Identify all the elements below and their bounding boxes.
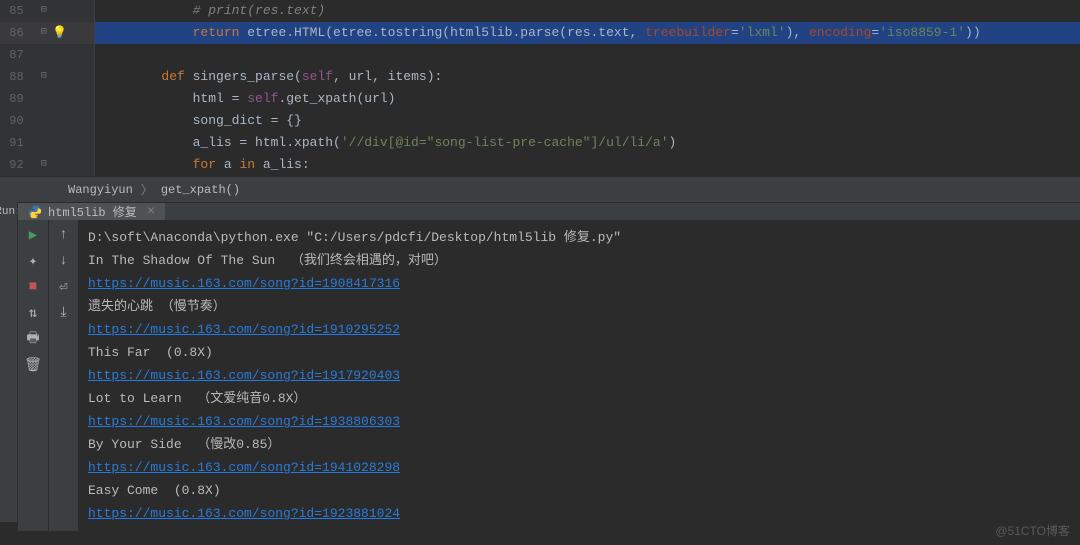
fold-icon[interactable]: ⊟ (38, 5, 50, 17)
console-text: This Far (0.8X) (88, 341, 1070, 364)
line-number: 86 (0, 22, 30, 44)
breadcrumb-item[interactable]: Wangyiyun (68, 183, 133, 197)
python-file-icon (28, 205, 42, 219)
gutter-row: 90 (0, 110, 95, 132)
code-line-86[interactable]: return etree.HTML(etree.tostring(html5li… (95, 22, 1080, 44)
up-arrow-icon[interactable]: ↑ (55, 226, 73, 244)
run-tabs: html5lib 修复 × (18, 202, 1080, 220)
watermark: @51CTO博客 (995, 522, 1070, 539)
run-tab[interactable]: html5lib 修复 × (18, 203, 165, 220)
gutter-row: 87 (0, 44, 95, 66)
print-icon[interactable]: 🖶 (24, 330, 42, 348)
console-text: By Your Side （慢改0.85） (88, 433, 1070, 456)
gutter-row: 86 ⊟ 💡 (0, 22, 95, 44)
gutter-row: 88 ⊟ (0, 66, 95, 88)
soft-wrap-icon[interactable]: ⏎ (55, 278, 73, 296)
layout-icon[interactable]: ⇅ (24, 304, 42, 322)
run-toolbar-secondary: ↑ ↓ ⏎ ⤓ (48, 220, 78, 531)
stop-icon[interactable]: ■ (24, 278, 42, 296)
run-toolbar-primary: ▶ ✦ ■ ⇅ 🖶 🗑 (18, 220, 48, 531)
run-panel-label[interactable]: Run: (0, 202, 18, 522)
console-link[interactable]: https://music.163.com/song?id=1941028298 (88, 460, 400, 475)
console-text: In The Shadow Of The Sun （我们终会相遇的，对吧） (88, 249, 1070, 272)
console-link[interactable]: https://music.163.com/song?id=1938806303 (88, 414, 400, 429)
console-text: 遗失的心跳 （慢节奏） (88, 295, 1070, 318)
gutter-row: 92 ⊟ (0, 154, 95, 176)
down-arrow-icon[interactable]: ↓ (55, 252, 73, 270)
gutter-row: 85 ⊟ (0, 0, 95, 22)
trash-icon[interactable]: 🗑 (24, 356, 42, 374)
console-link[interactable]: https://music.163.com/song?id=1908417316 (88, 276, 400, 291)
line-number: 92 (0, 154, 30, 176)
gutter-row: 91 (0, 132, 95, 154)
run-tab-label: html5lib 修复 (48, 203, 137, 220)
intention-bulb-icon[interactable]: 💡 (54, 27, 66, 39)
run-icon[interactable]: ▶ (24, 226, 42, 244)
debug-icon[interactable]: ✦ (24, 252, 42, 270)
run-panel: Run: html5lib 修复 × ▶ ✦ ■ ⇅ 🖶 🗑 ↑ ↓ (0, 202, 1080, 522)
console-link[interactable]: https://music.163.com/song?id=1917920403 (88, 368, 400, 383)
line-number: 90 (0, 110, 30, 132)
line-number: 91 (0, 132, 30, 154)
fold-icon[interactable]: ⊟ (38, 71, 50, 83)
console-link[interactable]: https://music.163.com/song?id=1910295252 (88, 322, 400, 337)
line-number: 88 (0, 66, 30, 88)
console-text: D:\soft\Anaconda\python.exe "C:/Users/pd… (88, 226, 1070, 249)
chevron-right-icon: 〉 (141, 181, 153, 198)
scroll-to-end-icon[interactable]: ⤓ (55, 304, 73, 322)
console-text: Lot to Learn （文爱纯音0.8X） (88, 387, 1070, 410)
line-number: 87 (0, 44, 30, 66)
code-editor[interactable]: 85 ⊟ # print(res.text) 86 ⊟ 💡 return etre… (0, 0, 1080, 176)
fold-icon[interactable]: ⊟ (38, 159, 50, 171)
breadcrumb[interactable]: Wangyiyun 〉 get_xpath() (0, 176, 1080, 202)
fold-icon[interactable]: ⊟ (38, 27, 50, 39)
console-link[interactable]: https://music.163.com/song?id=1923881024 (88, 506, 400, 521)
line-number: 89 (0, 88, 30, 110)
console-output[interactable]: D:\soft\Anaconda\python.exe "C:/Users/pd… (78, 220, 1080, 531)
console-text: Easy Come (0.8X) (88, 479, 1070, 502)
breadcrumb-item[interactable]: get_xpath() (161, 183, 240, 197)
close-tab-icon[interactable]: × (147, 204, 155, 220)
gutter-row: 89 (0, 88, 95, 110)
line-number: 85 (0, 0, 30, 22)
code-comment: # print(res.text) (99, 3, 325, 18)
